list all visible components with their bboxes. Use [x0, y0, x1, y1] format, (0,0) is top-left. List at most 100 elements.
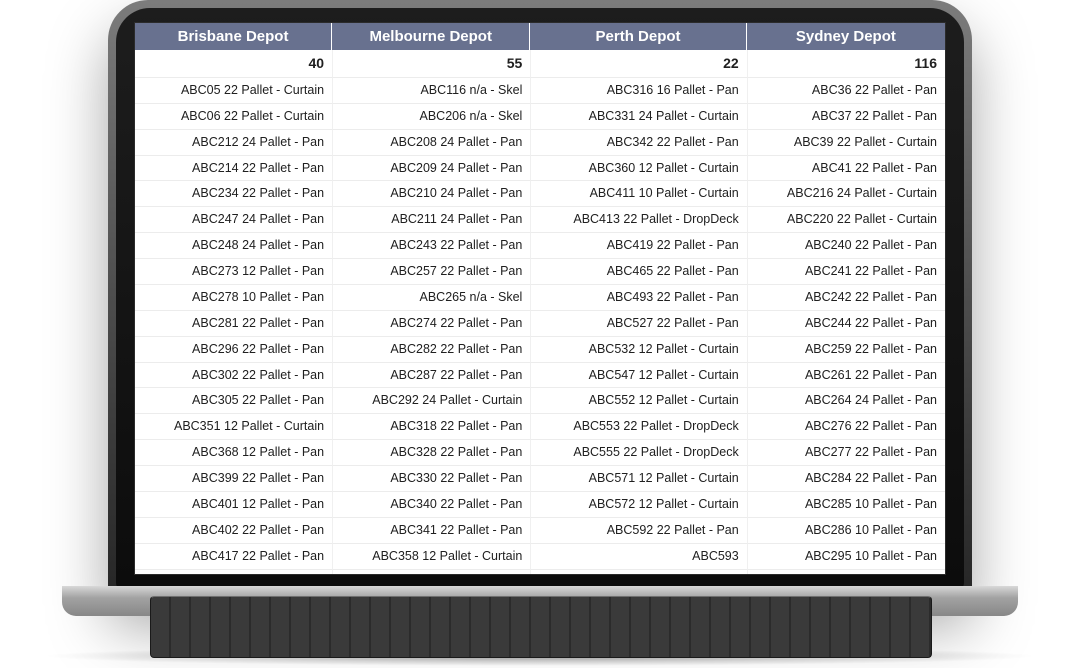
table-cell: ABC284 22 Pallet - Pan	[747, 466, 945, 492]
table-cell: ABC592 22 Pallet - Pan	[530, 518, 746, 544]
table-cell: ABC593	[530, 544, 746, 570]
table-cell: ABC419 22 Pallet - Pan	[530, 233, 746, 259]
table-cell: ABC247 24 Pallet - Pan	[135, 207, 332, 233]
table-row: ABC214 22 Pallet - PanABC209 24 Pallet -…	[135, 156, 945, 182]
table-cell: ABC286 10 Pallet - Pan	[747, 518, 945, 544]
table-cell: ABC278 10 Pallet - Pan	[135, 285, 332, 311]
table-cell: ABC257 22 Pallet - Pan	[332, 259, 530, 285]
column-header: Sydney Depot	[747, 23, 945, 50]
table-cell: ABC209 24 Pallet - Pan	[332, 156, 530, 182]
table-cell: ABC214 22 Pallet - Pan	[135, 156, 332, 182]
table-cell: ABC05 22 Pallet - Curtain	[135, 78, 332, 104]
table-cell: ABC37 22 Pallet - Pan	[747, 104, 945, 130]
table-cell: ABC39 22 Pallet - Curtain	[747, 130, 945, 156]
table-row: ABC05 22 Pallet - CurtainABC116 n/a - Sk…	[135, 78, 945, 104]
table-cell: ABC287 22 Pallet - Pan	[332, 363, 530, 389]
laptop-screen: Brisbane Depot Melbourne Depot Perth Dep…	[134, 22, 946, 575]
table-cell: ABC340 22 Pallet - Pan	[332, 492, 530, 518]
table-cell: ABC532 12 Pallet - Curtain	[530, 337, 746, 363]
table-cell: ABC261 22 Pallet - Pan	[747, 363, 945, 389]
table-row: ABC399 22 Pallet - PanABC330 22 Pallet -…	[135, 466, 945, 492]
table-cell: ABC417 22 Pallet - Pan	[135, 544, 332, 570]
table-cell: ABC240 22 Pallet - Pan	[747, 233, 945, 259]
table-cell: ABC243 22 Pallet - Pan	[332, 233, 530, 259]
table-cell: ABC411 10 Pallet - Curtain	[530, 181, 746, 207]
table-cell: ABC358 12 Pallet - Curtain	[332, 544, 530, 570]
table-cell: ABC276 22 Pallet - Pan	[747, 414, 945, 440]
table-cell: ABC413 22 Pallet - DropDeck	[530, 207, 746, 233]
table-cell: ABC274 22 Pallet - Pan	[332, 311, 530, 337]
table-cell: ABC295 10 Pallet - Pan	[747, 544, 945, 570]
depot-count-cell: 55	[332, 50, 530, 78]
table-row: ABC281 22 Pallet - PanABC274 22 Pallet -…	[135, 311, 945, 337]
table-cell: ABC331 24 Pallet - Curtain	[530, 104, 746, 130]
table-cell: ABC208 24 Pallet - Pan	[332, 130, 530, 156]
table-row: ABC248 24 Pallet - PanABC243 22 Pallet -…	[135, 233, 945, 259]
table-cell: ABC06 22 Pallet - Curtain	[135, 104, 332, 130]
table-cell: ABC330 22 Pallet - Pan	[332, 466, 530, 492]
table-cell: ABC402 22 Pallet - Pan	[135, 518, 332, 544]
table-cell: ABC493 22 Pallet - Pan	[530, 285, 746, 311]
table-cell: ABC206 n/a - Skel	[332, 104, 530, 130]
table-cell: ABC273 12 Pallet - Pan	[135, 259, 332, 285]
table-cell: ABC305 22 Pallet - Pan	[135, 388, 332, 414]
table-row: ABC234 22 Pallet - PanABC210 24 Pallet -…	[135, 181, 945, 207]
table-cell: ABC302 22 Pallet - Pan	[135, 363, 332, 389]
laptop-keyboard	[150, 596, 932, 658]
table-cell: ABC277 22 Pallet - Pan	[747, 440, 945, 466]
table-cell: ABC547 12 Pallet - Curtain	[530, 363, 746, 389]
table-cell: ABC351 12 Pallet - Curtain	[135, 414, 332, 440]
table-cell: ABC341 22 Pallet - Pan	[332, 518, 530, 544]
table-row: ABC302 22 Pallet - PanABC287 22 Pallet -…	[135, 363, 945, 389]
table-cell: ABC401 12 Pallet - Pan	[135, 492, 332, 518]
table-row: ABC247 24 Pallet - PanABC211 24 Pallet -…	[135, 207, 945, 233]
laptop-lid: Brisbane Depot Melbourne Depot Perth Dep…	[108, 0, 972, 597]
depot-table: Brisbane Depot Melbourne Depot Perth Dep…	[135, 23, 945, 575]
table-row: ABC402 22 Pallet - PanABC341 22 Pallet -…	[135, 518, 945, 544]
depot-count-row: 405522116	[135, 50, 945, 78]
table-row: ABC06 22 Pallet - CurtainABC206 n/a - Sk…	[135, 104, 945, 130]
column-header: Perth Depot	[530, 23, 746, 50]
column-header: Brisbane Depot	[135, 23, 332, 50]
table-cell: ABC210 24 Pallet - Pan	[332, 181, 530, 207]
table-row: ABC296 22 Pallet - PanABC282 22 Pallet -…	[135, 337, 945, 363]
table-cell: ABC242 22 Pallet - Pan	[747, 285, 945, 311]
table-cell: ABC281 22 Pallet - Pan	[135, 311, 332, 337]
table-cell: ABC285 10 Pallet - Pan	[747, 492, 945, 518]
table-cell: ABC369 12 Pallet - Pan	[332, 570, 530, 575]
table-cell: ABC244 22 Pallet - Pan	[747, 311, 945, 337]
table-cell: ABC241 22 Pallet - Pan	[747, 259, 945, 285]
table-cell: ABC248 24 Pallet - Pan	[135, 233, 332, 259]
table-cell: ABC211 24 Pallet - Pan	[332, 207, 530, 233]
table-cell: ABC527 22 Pallet - Pan	[530, 311, 746, 337]
table-cell: ABC265 n/a - Skel	[332, 285, 530, 311]
table-row: ABC368 12 Pallet - PanABC328 22 Pallet -…	[135, 440, 945, 466]
table-cell: ABC297 22 Pallet - Pan	[747, 570, 945, 575]
table-cell: ABC259 22 Pallet - Pan	[747, 337, 945, 363]
table-cell: ABC292 24 Pallet - Curtain	[332, 388, 530, 414]
table-row: ABC401 12 Pallet - PanABC340 22 Pallet -…	[135, 492, 945, 518]
table-cell: ABC572 12 Pallet - Curtain	[530, 492, 746, 518]
table-cell: ABC296 22 Pallet - Pan	[135, 337, 332, 363]
table-cell: ABC316 16 Pallet - Pan	[530, 78, 746, 104]
table-cell: ABC220 22 Pallet - Curtain	[747, 207, 945, 233]
table-row: ABC305 22 Pallet - PanABC292 24 Pallet -…	[135, 388, 945, 414]
table-cell: ABC342 22 Pallet - Pan	[530, 130, 746, 156]
depot-count-cell: 22	[530, 50, 746, 78]
table-cell: ABC264 24 Pallet - Pan	[747, 388, 945, 414]
table-cell: ABC368 12 Pallet - Pan	[135, 440, 332, 466]
table-cell: ABC571 12 Pallet - Curtain	[530, 466, 746, 492]
table-row: ABC351 12 Pallet - CurtainABC318 22 Pall…	[135, 414, 945, 440]
table-cell: ABC429 22 Pallet - Pan	[135, 570, 332, 575]
depot-table-header-row: Brisbane Depot Melbourne Depot Perth Dep…	[135, 23, 945, 50]
table-cell: ABC328 22 Pallet - Pan	[332, 440, 530, 466]
table-row: ABC212 24 Pallet - PanABC208 24 Pallet -…	[135, 130, 945, 156]
table-cell: ABC234 22 Pallet - Pan	[135, 181, 332, 207]
table-row: ABC417 22 Pallet - PanABC358 12 Pallet -…	[135, 544, 945, 570]
table-cell: ABC212 24 Pallet - Pan	[135, 130, 332, 156]
table-cell: ABC553 22 Pallet - DropDeck	[530, 414, 746, 440]
table-cell: ABC627 22 Pallet - Pan	[530, 570, 746, 575]
table-row: ABC429 22 Pallet - PanABC369 12 Pallet -…	[135, 570, 945, 575]
table-cell: ABC399 22 Pallet - Pan	[135, 466, 332, 492]
table-cell: ABC41 22 Pallet - Pan	[747, 156, 945, 182]
